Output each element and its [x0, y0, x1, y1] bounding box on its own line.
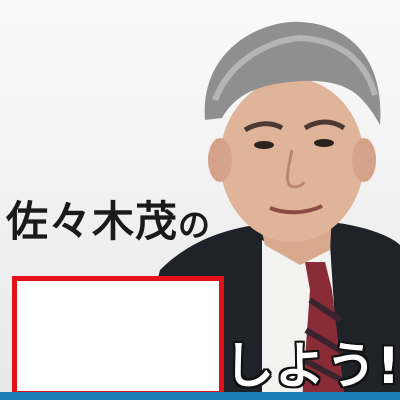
headline: 佐々木茂の — [6, 188, 211, 249]
bottom-accent-bar — [0, 392, 400, 400]
headline-name: 佐々木茂 — [6, 197, 179, 246]
headline-particle: の — [178, 206, 212, 244]
suffix-text: しよう! — [224, 337, 400, 395]
blank-highlight-box — [12, 276, 224, 396]
thumbnail-canvas: 佐々木茂の しよう! — [0, 0, 400, 400]
face — [220, 78, 364, 242]
